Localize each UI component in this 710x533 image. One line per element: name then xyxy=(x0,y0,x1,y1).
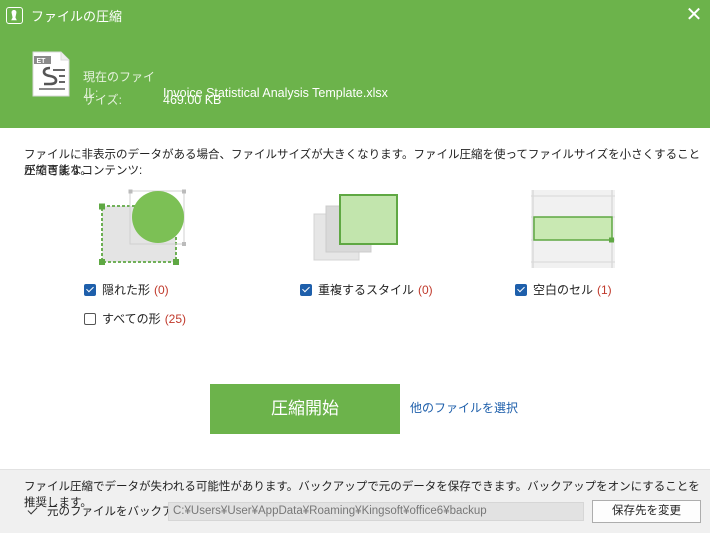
header-banner: ファイルの圧縮 ✕ ET 現在のファイル: Invoice Statistical… xyxy=(0,0,710,128)
blank-cells-checkbox[interactable] xyxy=(515,284,527,296)
all-shapes-label: すべての形 xyxy=(102,312,161,326)
change-destination-button[interactable]: 保存先を変更 xyxy=(592,500,701,523)
backup-path-field: C:¥Users¥User¥AppData¥Roaming¥Kingsoft¥o… xyxy=(168,502,584,521)
start-compression-button[interactable]: 圧縮開始 xyxy=(210,384,400,434)
all-shapes-checkbox[interactable] xyxy=(84,313,96,325)
duplicate-styles-illustration xyxy=(313,194,398,261)
duplicate-styles-option[interactable]: 重複するスタイル (0) xyxy=(300,282,433,298)
blank-cells-illustration xyxy=(531,190,615,268)
duplicate-styles-label: 重複するスタイル xyxy=(318,283,415,297)
duplicate-styles-count: (0) xyxy=(418,283,433,297)
duplicate-styles-checkbox[interactable] xyxy=(300,284,312,296)
file-size-row: サイズ: 469.00 KB xyxy=(83,92,221,108)
app-logo-icon xyxy=(6,7,23,24)
close-icon[interactable]: ✕ xyxy=(683,4,705,26)
spreadsheet-file-icon: ET xyxy=(32,51,70,97)
hidden-shapes-count: (0) xyxy=(154,283,169,297)
hidden-shapes-label: 隠れた形 xyxy=(102,283,151,297)
select-other-file-link[interactable]: 他のファイルを選択 xyxy=(410,400,518,416)
file-size-value: 469.00 KB xyxy=(163,93,222,107)
blank-cells-count: (1) xyxy=(597,283,612,297)
all-shapes-count: (25) xyxy=(164,312,187,326)
backup-checkmark-icon[interactable] xyxy=(27,505,39,517)
hidden-shapes-checkbox[interactable] xyxy=(84,284,96,296)
hidden-shapes-option[interactable]: 隠れた形 (0) xyxy=(84,282,169,298)
file-icon-text: ET xyxy=(37,58,47,65)
all-shapes-option[interactable]: すべての形 (25) xyxy=(84,311,186,327)
file-size-label: サイズ: xyxy=(83,93,122,107)
blank-cells-option[interactable]: 空白のセル (1) xyxy=(515,282,612,298)
blank-cells-label: 空白のセル xyxy=(533,283,594,297)
window-title: ファイルの圧縮 xyxy=(31,9,123,24)
hidden-shapes-illustration xyxy=(99,189,186,265)
compressible-contents-label: 圧縮可能なコンテンツ: xyxy=(24,165,143,177)
